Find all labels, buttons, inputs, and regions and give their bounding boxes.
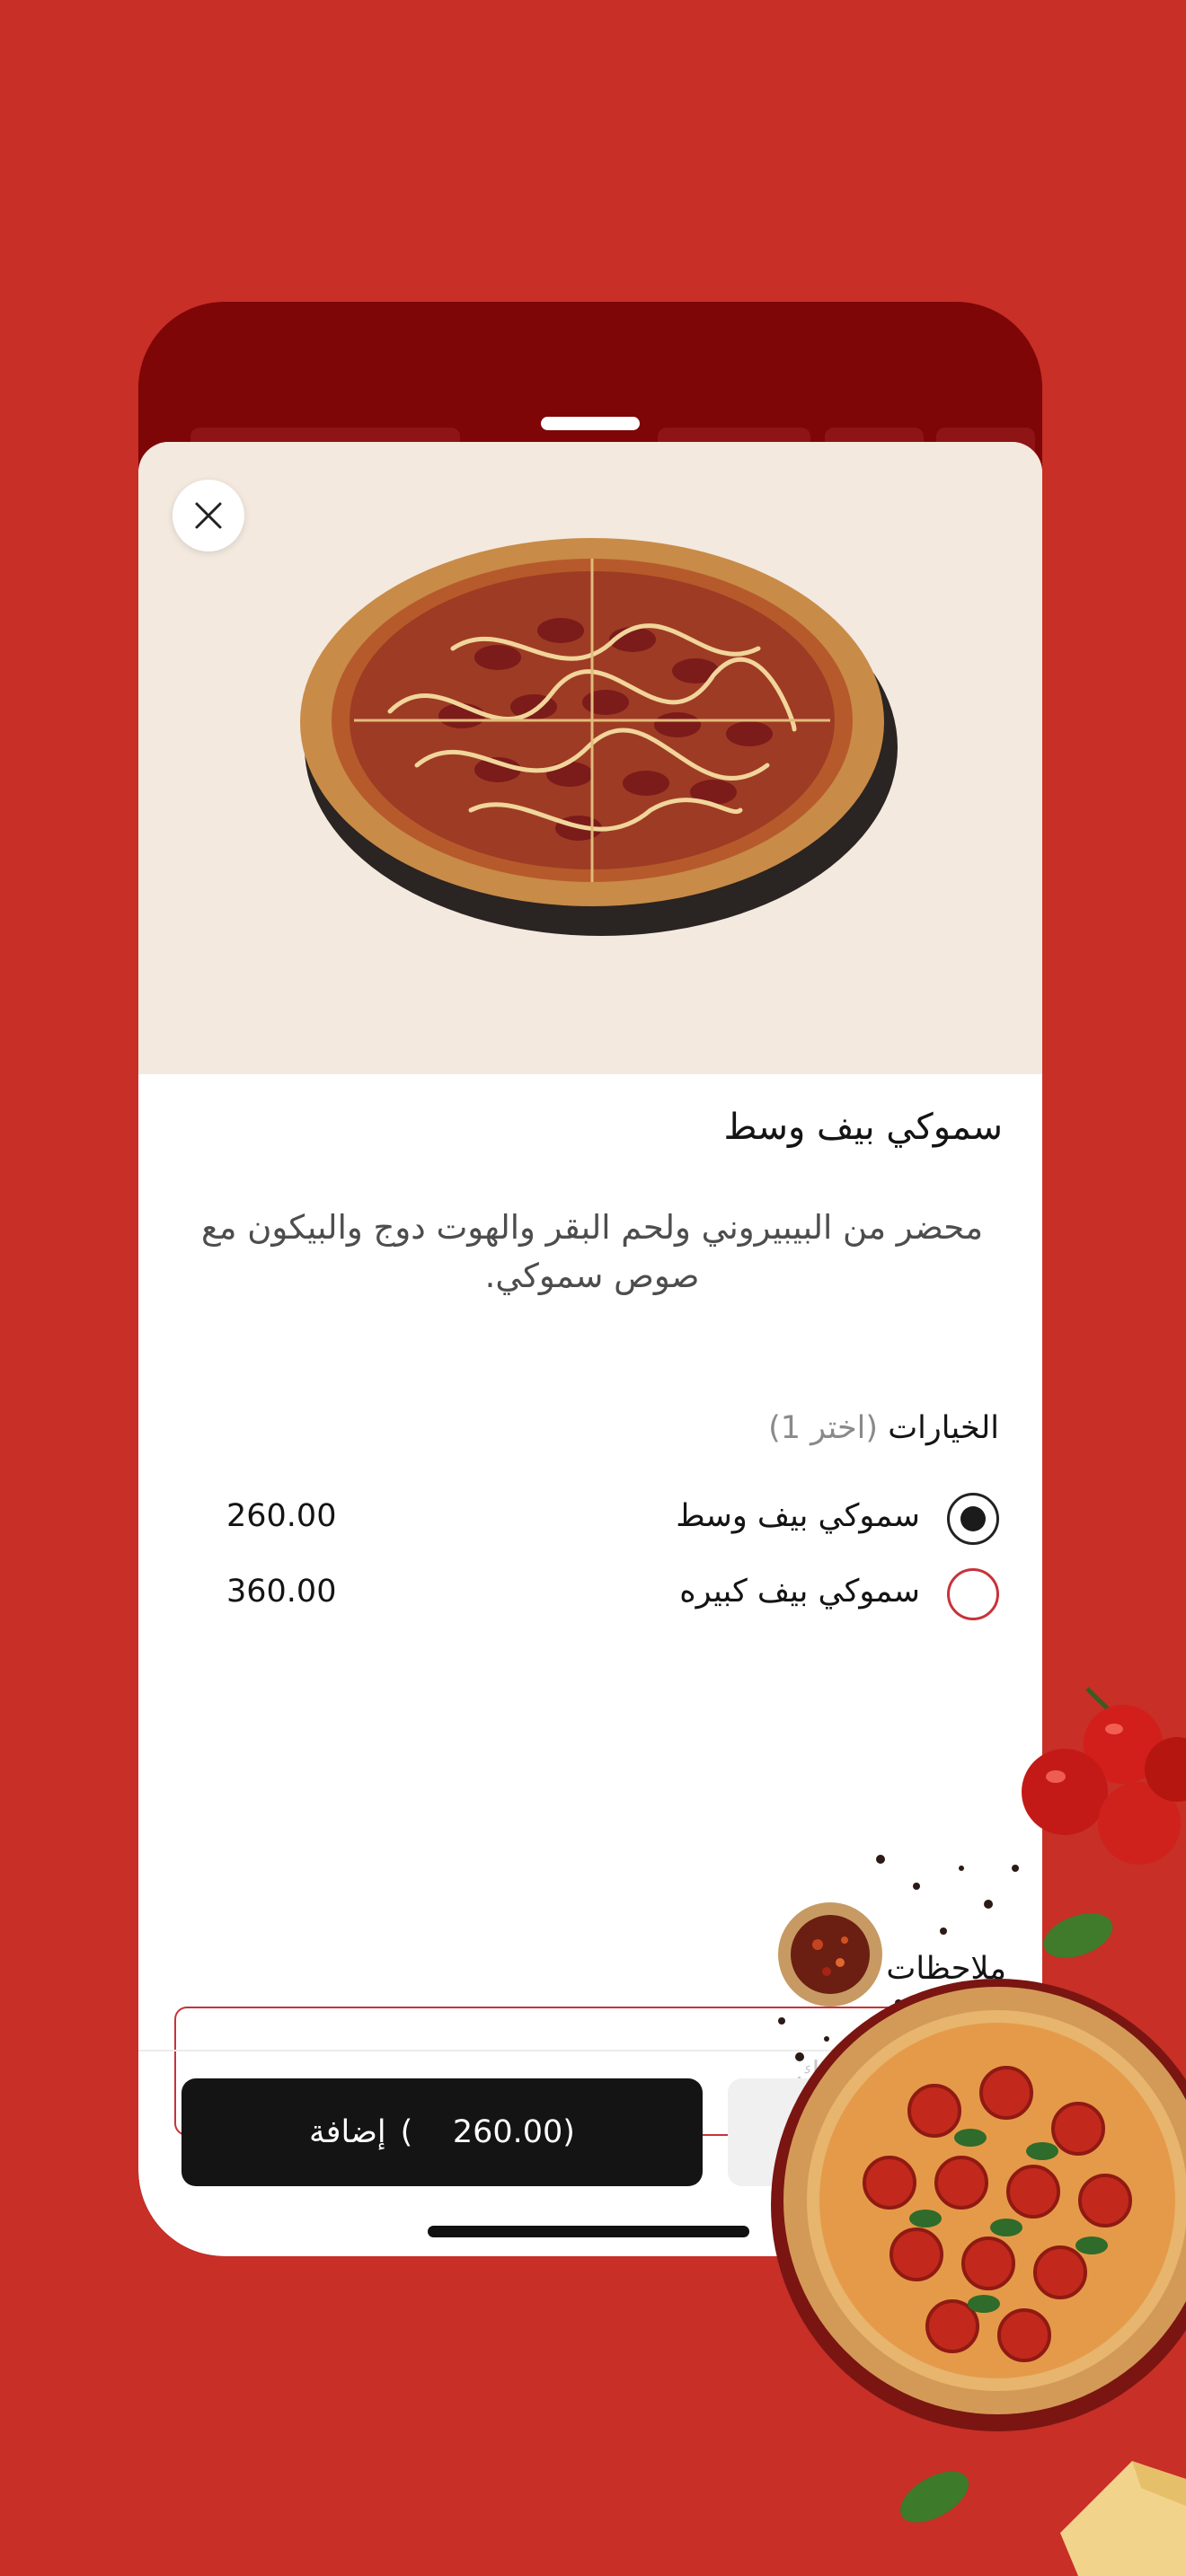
sheet-grabber[interactable] — [541, 417, 640, 430]
radio-selected[interactable] — [947, 1493, 999, 1545]
close-button[interactable] — [173, 480, 244, 551]
option-label: سموكي بيف وسط — [676, 1498, 920, 1534]
product-title: سموكي بيف وسط — [723, 1107, 1003, 1148]
product-image-area — [138, 442, 1042, 1074]
options-title: الخيارات — [888, 1410, 999, 1446]
option-label: سموكي بيف كبيره — [679, 1574, 920, 1610]
option-price: 260.00 — [226, 1498, 337, 1534]
add-to-cart-button[interactable]: إضافة (260.00 ) — [181, 2078, 703, 2186]
product-description: محضر من البيبيروني ولحم البقر والهوت دوج… — [200, 1208, 984, 1295]
options-heading: الخيارات (اختر 1) — [768, 1410, 999, 1446]
notes-label: ملاحظات — [886, 1951, 1006, 1987]
radio-unselected[interactable] — [947, 1568, 999, 1620]
option-price: 360.00 — [226, 1574, 337, 1610]
product-sheet: سموكي بيف وسط محضر من البيبيروني ولحم ال… — [138, 442, 1042, 2256]
quantity-control[interactable] — [728, 2078, 836, 2186]
close-icon — [195, 502, 222, 529]
phone-frame: سموكي بيف وسط محضر من البيبيروني ولحم ال… — [138, 302, 1042, 2256]
add-button-label: إضافة — [309, 2114, 386, 2150]
home-indicator — [428, 2226, 749, 2237]
options-hint: (اختر 1) — [768, 1410, 879, 1446]
option-row-medium[interactable]: سموكي بيف وسط 260.00 — [138, 1489, 1042, 1552]
pizza-image — [300, 538, 898, 936]
option-row-large[interactable]: سموكي بيف كبيره 360.00 — [138, 1565, 1042, 1628]
add-button-price: (260.00 ) — [400, 2114, 575, 2150]
tomatoes-decoration — [1022, 1687, 1186, 1865]
